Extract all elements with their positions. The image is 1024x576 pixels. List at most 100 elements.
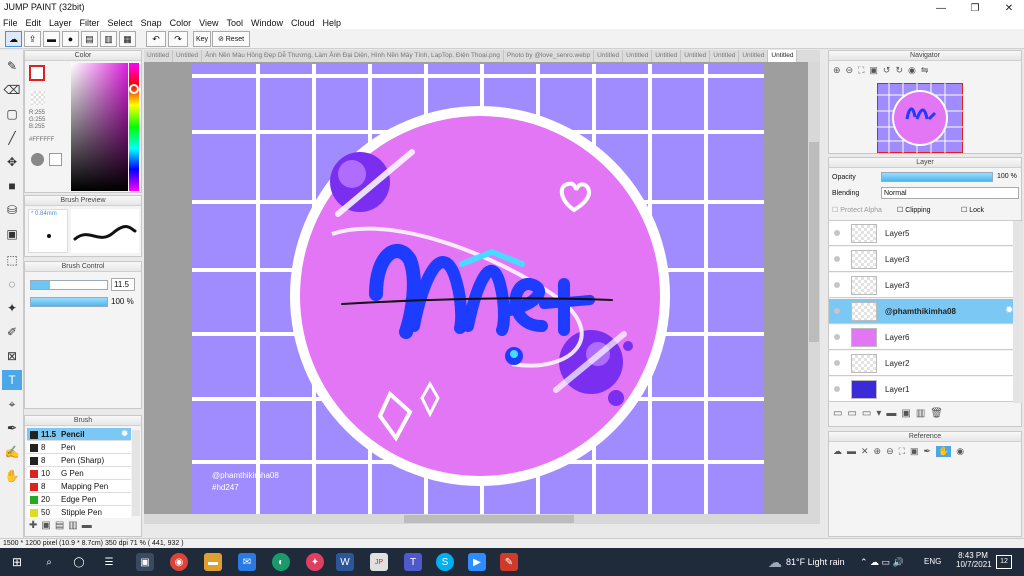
search-icon[interactable]: ⌕ (40, 553, 58, 571)
brush-item-pen-sharp[interactable]: 8 Pen (Sharp) (27, 454, 131, 467)
fill-rect-tool-icon[interactable]: ■ (2, 176, 22, 196)
notification-badge[interactable]: 12 (996, 555, 1012, 569)
layer-row[interactable]: Layer1 (829, 377, 1013, 402)
canvas-viewport[interactable]: @phamthikimha08 #hd247 (144, 62, 820, 524)
blending-select[interactable]: Normal (881, 187, 1019, 199)
brush-size-value[interactable]: 11.5 (111, 278, 135, 291)
flip-icon[interactable]: ⇋ (921, 65, 929, 76)
minimize-button[interactable]: — (926, 0, 956, 16)
hand-icon[interactable]: ✋ (936, 446, 952, 457)
brush-item-g-pen[interactable]: 10 G Pen (27, 467, 131, 480)
eraser-tool-icon[interactable]: ⌫ (2, 80, 22, 100)
layer-menu-icon[interactable]: ▾ (876, 408, 881, 419)
key-button[interactable]: Key (193, 31, 211, 47)
hand-tool-icon[interactable]: ✋ (2, 466, 22, 486)
lock-checkbox[interactable]: ☐ Lock (961, 206, 984, 214)
skype-icon[interactable]: S (436, 553, 454, 571)
add-brush-icon[interactable]: ✚ (29, 520, 37, 531)
delete-layer-icon[interactable]: 🗑 (930, 408, 943, 419)
zoom-icon[interactable]: ▶ (468, 553, 486, 571)
pen-tool-icon[interactable]: ✍ (2, 442, 22, 462)
saturation-picker[interactable] (71, 63, 128, 191)
protect-alpha-checkbox[interactable]: ☐ Protect Alpha (832, 206, 882, 214)
zoom-in-icon[interactable]: ⊕ (874, 446, 882, 457)
select-eraser-tool-icon[interactable]: ⊠ (2, 346, 22, 366)
visibility-icon[interactable] (834, 334, 840, 340)
language-indicator[interactable]: ENG (924, 557, 941, 566)
settings-icon[interactable]: ◉ (956, 446, 964, 457)
edge-icon[interactable]: ◐ (272, 553, 290, 571)
file-explorer-icon[interactable]: ▬ (204, 553, 222, 571)
menu-layer[interactable]: Layer (49, 18, 72, 28)
layer-row[interactable]: Layer3 (829, 247, 1013, 272)
gear-icon[interactable]: ✹ (121, 429, 128, 438)
menu-view[interactable]: View (199, 18, 218, 28)
operation-tool-icon[interactable]: ⌖ (2, 394, 22, 414)
windows-start-icon[interactable]: ⊞ (8, 553, 26, 571)
zoom-out-icon[interactable]: ⊖ (846, 65, 854, 76)
document-icon[interactable]: ▤ (81, 31, 98, 47)
redo-icon[interactable]: ↷ (168, 31, 188, 47)
duplicate-layer-icon[interactable]: ▣ (901, 408, 910, 419)
vertical-scroll-thumb[interactable] (809, 142, 819, 342)
zoom-out-icon[interactable]: ⊖ (886, 446, 894, 457)
actual-size-icon[interactable]: ▣ (869, 65, 878, 76)
brush-item-mapping-pen[interactable]: 8 Mapping Pen (27, 480, 131, 493)
eyedropper-tool-icon[interactable]: ✒ (2, 418, 22, 438)
brush-list-scrollbar[interactable] (132, 430, 140, 516)
mail-icon[interactable]: ✉ (238, 553, 256, 571)
reset-rotation-icon[interactable]: ◉ (908, 65, 916, 76)
tab-untitled[interactable]: Untitled (623, 50, 653, 62)
menu-tool[interactable]: Tool (226, 18, 243, 28)
layer-row-selected[interactable]: @phamthikimha08 ✹ (829, 299, 1023, 324)
menu-cloud[interactable]: Cloud (291, 18, 315, 28)
new-layer-8bit-icon[interactable]: ▭ (847, 408, 856, 419)
tray-icons[interactable]: ⌃ ☁ ▭ 🔊 (860, 557, 904, 568)
vertical-scrollbar[interactable] (808, 62, 820, 524)
horizontal-scroll-thumb[interactable] (404, 515, 574, 523)
close-button[interactable]: ✕ (994, 0, 1024, 16)
rotate-left-icon[interactable]: ↺ (883, 65, 891, 76)
move-tool-icon[interactable]: ✥ (2, 152, 22, 172)
open-icon[interactable]: ▬ (43, 31, 60, 47)
merge-layer-icon[interactable]: ▥ (916, 408, 925, 419)
magic-wand-tool-icon[interactable]: ✦ (2, 298, 22, 318)
pencil-tool-icon[interactable]: ✎ (2, 56, 22, 76)
tab-untitled[interactable]: Untitled (739, 50, 769, 62)
visibility-icon[interactable] (834, 360, 840, 366)
brush-item-stipple-pen[interactable]: 50 Stipple Pen (27, 506, 131, 518)
tab-untitled[interactable]: Untitled (710, 50, 740, 62)
fit-icon[interactable]: ⛶ (858, 65, 864, 76)
copy-brush-icon[interactable]: ▤ (55, 520, 64, 531)
menu-edit[interactable]: Edit (26, 18, 42, 28)
tab-untitled[interactable]: Untitled (652, 50, 682, 62)
import-brush-icon[interactable]: ▥ (68, 520, 77, 531)
zoom-in-icon[interactable]: ⊕ (833, 65, 841, 76)
text-tool-icon[interactable]: T (2, 370, 22, 390)
menu-color[interactable]: Color (170, 18, 192, 28)
transparent-swatch[interactable] (31, 91, 45, 105)
teams-icon[interactable]: T (404, 553, 422, 571)
folder-icon[interactable]: ▣ (41, 520, 50, 531)
new-layer-icon[interactable]: ▭ (833, 408, 842, 419)
layer-row[interactable]: Layer3 (829, 273, 1013, 298)
pages-icon[interactable]: ▥ (100, 31, 117, 47)
visibility-icon[interactable] (834, 308, 840, 314)
store-icon[interactable]: ▣ (136, 553, 154, 571)
widgets-icon[interactable]: ☰ (100, 553, 118, 571)
layer-row[interactable]: Layer2 (829, 351, 1013, 376)
tab-untitled[interactable]: Untitled (144, 50, 174, 62)
clock[interactable]: 8:43 PM 10/7/2021 (956, 551, 992, 569)
app-icon[interactable]: ✎ (500, 553, 518, 571)
brush-item-edge-pen[interactable]: 20 Edge Pen (27, 493, 131, 506)
grid-icon[interactable]: ▦ (119, 31, 136, 47)
visibility-icon[interactable] (834, 386, 840, 392)
layer-row[interactable]: Layer5 (829, 221, 1013, 246)
menu-select[interactable]: Select (108, 18, 133, 28)
palette-icon[interactable] (31, 153, 44, 166)
tab-untitled[interactable]: Untitled (681, 50, 711, 62)
menu-window[interactable]: Window (251, 18, 283, 28)
word-icon[interactable]: W (336, 553, 354, 571)
save-icon[interactable]: ● (62, 31, 79, 47)
select-pen-tool-icon[interactable]: ✐ (2, 322, 22, 342)
